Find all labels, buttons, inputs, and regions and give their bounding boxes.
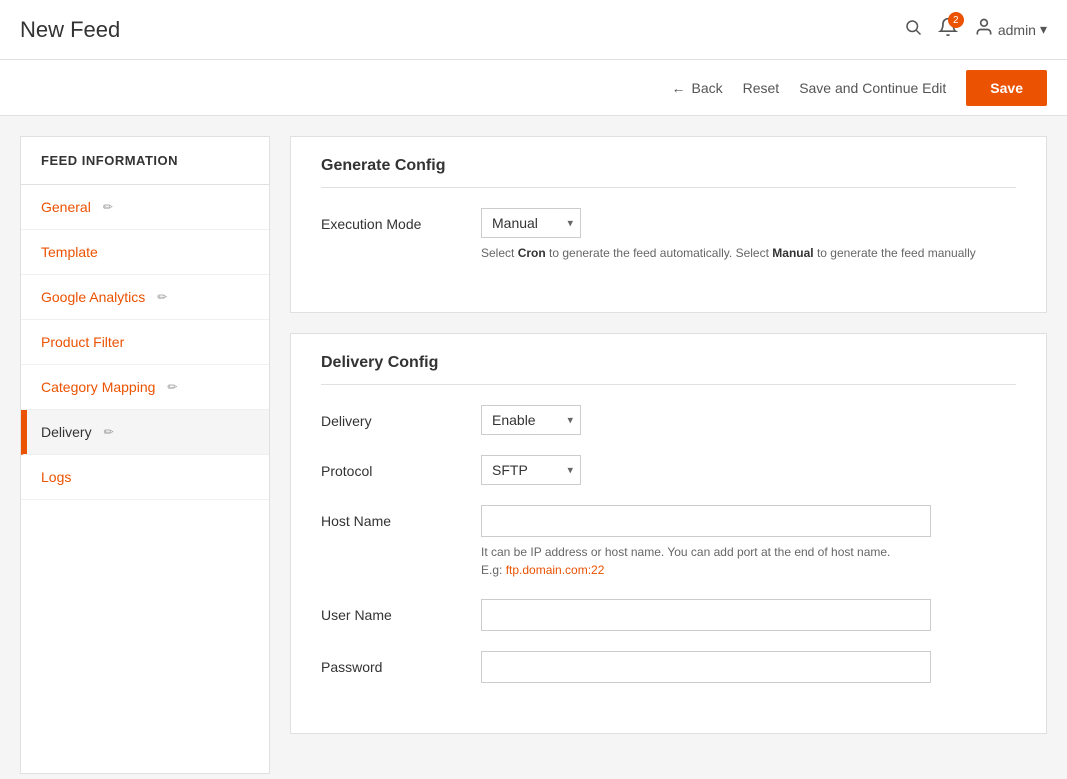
search-icon xyxy=(904,18,922,36)
protocol-label: Protocol xyxy=(321,455,481,479)
execution-mode-hint: Select Cron to generate the feed automat… xyxy=(481,244,981,262)
execution-mode-field: Manual Cron ▾ Select Cron to generate th… xyxy=(481,208,1016,262)
back-button[interactable]: ← Back xyxy=(671,80,722,96)
delivery-row: Delivery Enable Disable ▾ xyxy=(321,405,1016,435)
password-label: Password xyxy=(321,651,481,675)
sidebar-item-label: Logs xyxy=(41,469,71,485)
edit-icon: ✏ xyxy=(103,200,113,214)
hostname-label: Host Name xyxy=(321,505,481,529)
edit-icon: ✏ xyxy=(104,425,114,439)
delivery-select[interactable]: Enable Disable xyxy=(481,405,581,435)
sidebar-item-category-mapping[interactable]: Category Mapping ✏ xyxy=(21,365,269,410)
hostname-hint: It can be IP address or host name. You c… xyxy=(481,543,981,579)
protocol-select[interactable]: SFTP FTP xyxy=(481,455,581,485)
generate-config-title: Generate Config xyxy=(321,157,1016,188)
hostname-field: It can be IP address or host name. You c… xyxy=(481,505,1016,579)
hostname-input[interactable] xyxy=(481,505,931,537)
sidebar: FEED INFORMATION General ✏ Template Goog… xyxy=(20,136,270,774)
sidebar-item-delivery[interactable]: Delivery ✏ xyxy=(21,410,269,455)
password-field xyxy=(481,651,1016,683)
generate-config-section: Generate Config Execution Mode Manual Cr… xyxy=(290,136,1047,313)
user-name: admin xyxy=(998,22,1036,38)
edit-icon: ✏ xyxy=(157,290,167,304)
delivery-config-section: Delivery Config Delivery Enable Disable … xyxy=(290,333,1047,734)
password-row: Password xyxy=(321,651,1016,683)
sidebar-item-label: Google Analytics xyxy=(41,289,145,305)
sidebar-section-title: FEED INFORMATION xyxy=(21,137,269,185)
username-field xyxy=(481,599,1016,631)
execution-mode-row: Execution Mode Manual Cron ▾ Select Cron… xyxy=(321,208,1016,262)
password-input[interactable] xyxy=(481,651,931,683)
sidebar-item-label: Template xyxy=(41,244,98,260)
user-menu-button[interactable]: admin ▾ xyxy=(974,17,1047,42)
arrow-left-icon: ← xyxy=(671,80,685,96)
delivery-field: Enable Disable ▾ xyxy=(481,405,1016,435)
notification-badge: 2 xyxy=(948,12,964,28)
header-actions: 2 admin ▾ xyxy=(904,17,1047,42)
chevron-down-icon: ▾ xyxy=(1040,21,1047,38)
notifications-button[interactable]: 2 xyxy=(938,17,958,42)
sidebar-item-logs[interactable]: Logs xyxy=(21,455,269,500)
user-icon xyxy=(974,17,994,42)
hostname-row: Host Name It can be IP address or host n… xyxy=(321,505,1016,579)
sidebar-item-google-analytics[interactable]: Google Analytics ✏ xyxy=(21,275,269,320)
toolbar: ← Back Reset Save and Continue Edit Save xyxy=(0,60,1067,116)
page-title: New Feed xyxy=(20,17,120,43)
delivery-select-wrapper: Enable Disable ▾ xyxy=(481,405,581,435)
main-layout: FEED INFORMATION General ✏ Template Goog… xyxy=(20,136,1047,774)
protocol-field: SFTP FTP ▾ xyxy=(481,455,1016,485)
sidebar-item-label: Category Mapping xyxy=(41,379,155,395)
username-row: User Name xyxy=(321,599,1016,631)
save-button[interactable]: Save xyxy=(966,70,1047,106)
protocol-row: Protocol SFTP FTP ▾ xyxy=(321,455,1016,485)
sidebar-item-label: Delivery xyxy=(41,424,92,440)
save-continue-button[interactable]: Save and Continue Edit xyxy=(799,80,946,96)
delivery-config-title: Delivery Config xyxy=(321,354,1016,385)
protocol-select-wrapper: SFTP FTP ▾ xyxy=(481,455,581,485)
execution-mode-select[interactable]: Manual Cron xyxy=(481,208,581,238)
delivery-label: Delivery xyxy=(321,405,481,429)
reset-button[interactable]: Reset xyxy=(743,80,780,96)
sidebar-item-general[interactable]: General ✏ xyxy=(21,185,269,230)
sidebar-item-label: General xyxy=(41,199,91,215)
sidebar-item-template[interactable]: Template xyxy=(21,230,269,275)
sidebar-item-product-filter[interactable]: Product Filter xyxy=(21,320,269,365)
execution-mode-select-wrapper: Manual Cron ▾ xyxy=(481,208,581,238)
username-label: User Name xyxy=(321,599,481,623)
execution-mode-label: Execution Mode xyxy=(321,208,481,232)
content-area: Generate Config Execution Mode Manual Cr… xyxy=(270,136,1047,774)
sidebar-item-label: Product Filter xyxy=(41,334,124,350)
edit-icon: ✏ xyxy=(167,380,177,394)
search-button[interactable] xyxy=(904,18,922,41)
username-input[interactable] xyxy=(481,599,931,631)
